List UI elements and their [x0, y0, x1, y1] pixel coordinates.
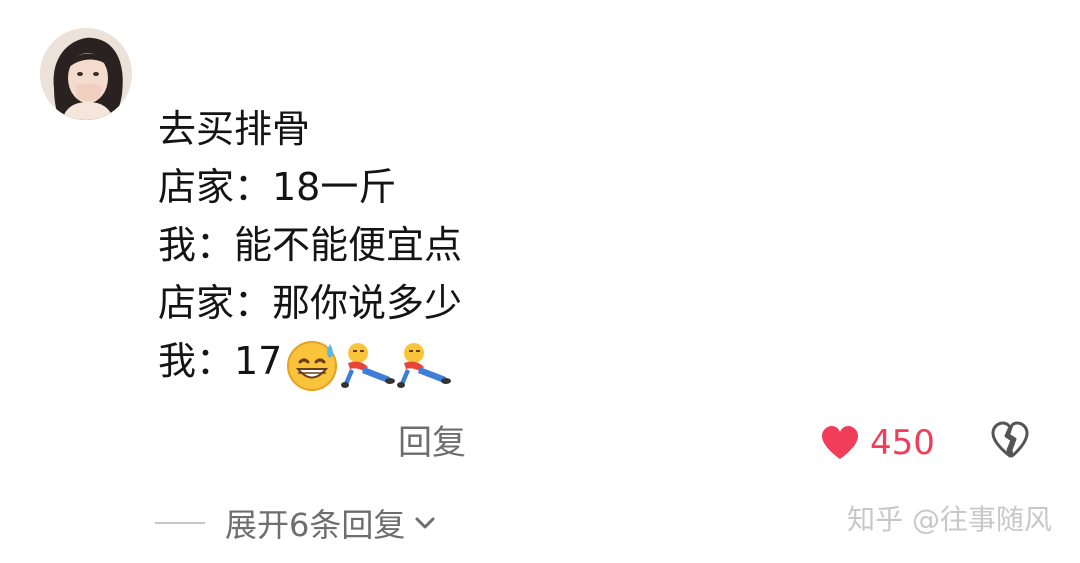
like-button[interactable]: 450	[820, 418, 935, 468]
emoji-group	[284, 336, 452, 392]
avatar-photo	[40, 28, 132, 120]
comment-line: 去买排骨	[158, 107, 311, 151]
lying-down-emoji-icon	[341, 342, 396, 388]
expand-replies-label: 展开6条回复	[225, 506, 406, 544]
avatar[interactable]	[40, 28, 132, 120]
watermark: 知乎 @往事随风	[847, 503, 1052, 536]
comment-line: 我：能不能便宜点	[158, 223, 463, 267]
like-count: 450	[870, 423, 935, 463]
expand-replies-button[interactable]: 展开6条回复	[155, 498, 439, 548]
heart-icon	[822, 426, 858, 459]
comment-line-last: 我：17	[158, 332, 462, 392]
comment-line-text: 我：17	[158, 339, 283, 383]
comment-line: 店家：18一斤	[158, 165, 397, 209]
dislike-button[interactable]	[990, 420, 1030, 464]
chevron-down-icon	[415, 517, 435, 529]
grinning-sweat-emoji-icon	[287, 340, 338, 391]
lying-down-emoji-icon	[397, 342, 452, 388]
broken-heart-icon	[991, 421, 1029, 458]
comment-body: 去买排骨 店家：18一斤 我：能不能便宜点 店家：那你说多少 我：17	[158, 100, 463, 392]
divider-line	[155, 522, 205, 524]
comment-line: 店家：那你说多少	[158, 281, 463, 325]
reply-button[interactable]: 回复	[398, 418, 466, 468]
